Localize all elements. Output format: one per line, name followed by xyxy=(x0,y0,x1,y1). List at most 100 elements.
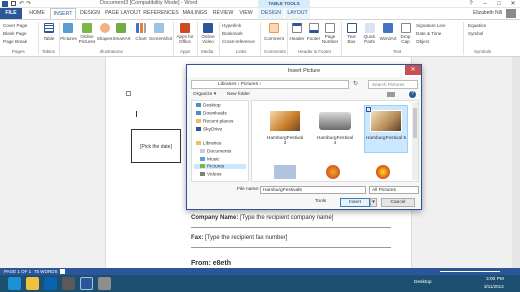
nav-item-documents[interactable]: Documents xyxy=(200,149,231,154)
scrollbar-thumb[interactable] xyxy=(413,108,417,138)
media-icon[interactable] xyxy=(62,277,75,290)
drop-cap-button[interactable]: Drop Cap xyxy=(397,34,414,44)
ie-icon[interactable] xyxy=(8,277,21,290)
blank-page-button[interactable]: Blank Page xyxy=(3,31,27,36)
nav-item-skydrive[interactable]: SkyDrive xyxy=(196,127,222,132)
word-app-icon[interactable] xyxy=(2,1,8,7)
cover-page-button[interactable]: Cover Page xyxy=(3,23,27,28)
nav-item-music[interactable]: Music xyxy=(200,157,220,162)
tab-view[interactable]: VIEW xyxy=(236,8,256,19)
wordart-button[interactable]: WordArt xyxy=(378,36,398,41)
apps-for-office-button[interactable]: Apps for Office xyxy=(175,34,195,44)
online-pictures-button[interactable]: Online Pictures xyxy=(78,34,96,44)
maximize-icon[interactable]: □ xyxy=(492,0,506,8)
company-name-field[interactable]: [Type the recipient company name] xyxy=(240,215,333,221)
bookmark-button[interactable]: Bookmark xyxy=(222,31,243,36)
table-button[interactable]: Table xyxy=(42,36,56,41)
tab-table-layout[interactable]: LAYOUT xyxy=(285,8,310,19)
user-name[interactable]: Elizabeth Nill xyxy=(473,8,502,19)
tab-mailings[interactable]: MAILINGS xyxy=(180,8,210,19)
nav-item-recent-places[interactable]: Recent places xyxy=(196,119,233,124)
minimize-icon[interactable]: – xyxy=(478,0,492,8)
clock-date[interactable]: 3/11/2013 xyxy=(484,284,504,289)
tools-button[interactable]: Tools xyxy=(315,199,326,204)
page-number-button[interactable]: Page Number xyxy=(321,34,339,44)
date-time-button[interactable]: Date & Time xyxy=(416,31,441,36)
smartart-button[interactable]: SmartArt xyxy=(112,36,131,41)
file-thumbnail[interactable]: HamburgFestival 3 xyxy=(264,107,306,151)
text-box-button[interactable]: Text Box xyxy=(343,34,360,44)
screenshot-button[interactable]: Screenshot xyxy=(149,36,172,41)
file-thumbnail-selected[interactable]: ✓ HamburgFestival 5 xyxy=(364,105,408,153)
save-icon[interactable] xyxy=(11,1,16,6)
tab-references[interactable]: REFERENCES xyxy=(143,8,179,19)
file-name-field[interactable]: HamburgFestival5 xyxy=(260,186,366,194)
insert-dropdown-icon[interactable]: ▾ xyxy=(370,198,377,207)
quick-parts-button[interactable]: Quick Parts xyxy=(360,34,379,44)
nav-item-libraries[interactable]: Libraries xyxy=(196,141,221,146)
undo-icon[interactable]: ↶ xyxy=(19,0,24,7)
file-type-select[interactable]: All Pictures xyxy=(369,186,419,194)
signature-line-button[interactable]: Signature Line xyxy=(416,23,446,28)
chart-button[interactable]: Chart xyxy=(133,36,149,41)
fax-field[interactable]: [Type the recipient fax number] xyxy=(205,235,287,241)
insert-button[interactable]: Insert xyxy=(340,198,370,207)
redo-icon[interactable]: ↷ xyxy=(26,0,31,7)
word-taskbar-icon[interactable] xyxy=(80,277,93,290)
footer-button[interactable]: Footer xyxy=(305,36,322,41)
object-button[interactable]: Object xyxy=(416,39,429,44)
help-icon[interactable]: ? xyxy=(464,0,478,8)
nav-item-desktop[interactable]: Desktop xyxy=(196,103,221,108)
cancel-button[interactable]: Cancel xyxy=(381,198,415,207)
scrollbar[interactable] xyxy=(412,102,418,180)
file-thumbnail[interactable]: HamburgFestival 4 xyxy=(314,107,356,151)
comment-button[interactable]: Comment xyxy=(263,36,285,41)
zoom-slider[interactable] xyxy=(440,271,500,272)
image-preview[interactable] xyxy=(376,165,390,179)
desktop-label[interactable]: Desktop xyxy=(414,280,432,285)
view-options-icon[interactable] xyxy=(387,92,395,97)
avatar[interactable] xyxy=(506,9,516,18)
file-explorer-icon[interactable] xyxy=(26,277,39,290)
online-video-button[interactable]: Online Video xyxy=(199,34,217,44)
symbol-button[interactable]: Symbol xyxy=(468,31,483,36)
shapes-button[interactable]: Shapes xyxy=(96,36,113,41)
image-preview[interactable] xyxy=(274,165,296,179)
pictures-button[interactable]: Pictures xyxy=(60,36,77,41)
tab-design[interactable]: DESIGN xyxy=(77,8,103,19)
image-preview[interactable] xyxy=(326,165,340,179)
date-picker-field[interactable]: [Pick the date] xyxy=(131,129,181,163)
table-move-handle-icon[interactable] xyxy=(126,91,131,96)
organize-button[interactable]: Organize ▾ xyxy=(193,92,216,97)
tab-page-layout[interactable]: PAGE LAYOUT xyxy=(104,8,142,19)
tab-home[interactable]: HOME xyxy=(25,8,49,19)
app-icon[interactable] xyxy=(98,277,111,290)
tab-table-design[interactable]: DESIGN xyxy=(258,8,284,19)
nav-item-videos[interactable]: Videos xyxy=(200,172,222,177)
cross-reference-button[interactable]: Cross-reference xyxy=(222,39,255,44)
hyperlink-button[interactable]: Hyperlink xyxy=(222,23,241,28)
page-count[interactable]: PAGE 1 OF 1 xyxy=(4,268,31,275)
proofing-icon[interactable] xyxy=(60,269,65,274)
search-input[interactable]: Search Pictures xyxy=(368,80,418,89)
header-button[interactable]: Header xyxy=(289,36,305,41)
tab-insert[interactable]: INSERT xyxy=(50,8,76,19)
close-icon[interactable]: ✕ xyxy=(506,0,520,8)
word-count[interactable]: 75 WORDS xyxy=(34,268,58,275)
text-cursor xyxy=(136,111,137,117)
clock-time[interactable]: 3:00 PM xyxy=(486,277,504,282)
dialog-close-icon[interactable]: ✕ xyxy=(405,65,421,75)
equation-button[interactable]: Equation xyxy=(468,23,486,28)
address-bar[interactable]: Libraries › Pictures › xyxy=(191,80,349,89)
page-break-button[interactable]: Page Break xyxy=(3,39,27,44)
checkbox-icon[interactable]: ✓ xyxy=(366,107,371,112)
nav-item-pictures[interactable]: Pictures xyxy=(194,164,246,170)
nav-item-downloads[interactable]: Downloads xyxy=(196,111,227,116)
refresh-icon[interactable]: ↻ xyxy=(353,80,358,87)
help-icon[interactable]: ? xyxy=(409,91,416,98)
tab-review[interactable]: REVIEW xyxy=(211,8,235,19)
tab-file[interactable]: FILE xyxy=(0,8,22,19)
vertical-scrollbar[interactable] xyxy=(512,57,520,268)
new-folder-button[interactable]: New folder xyxy=(227,92,250,97)
outlook-icon[interactable] xyxy=(44,277,57,290)
